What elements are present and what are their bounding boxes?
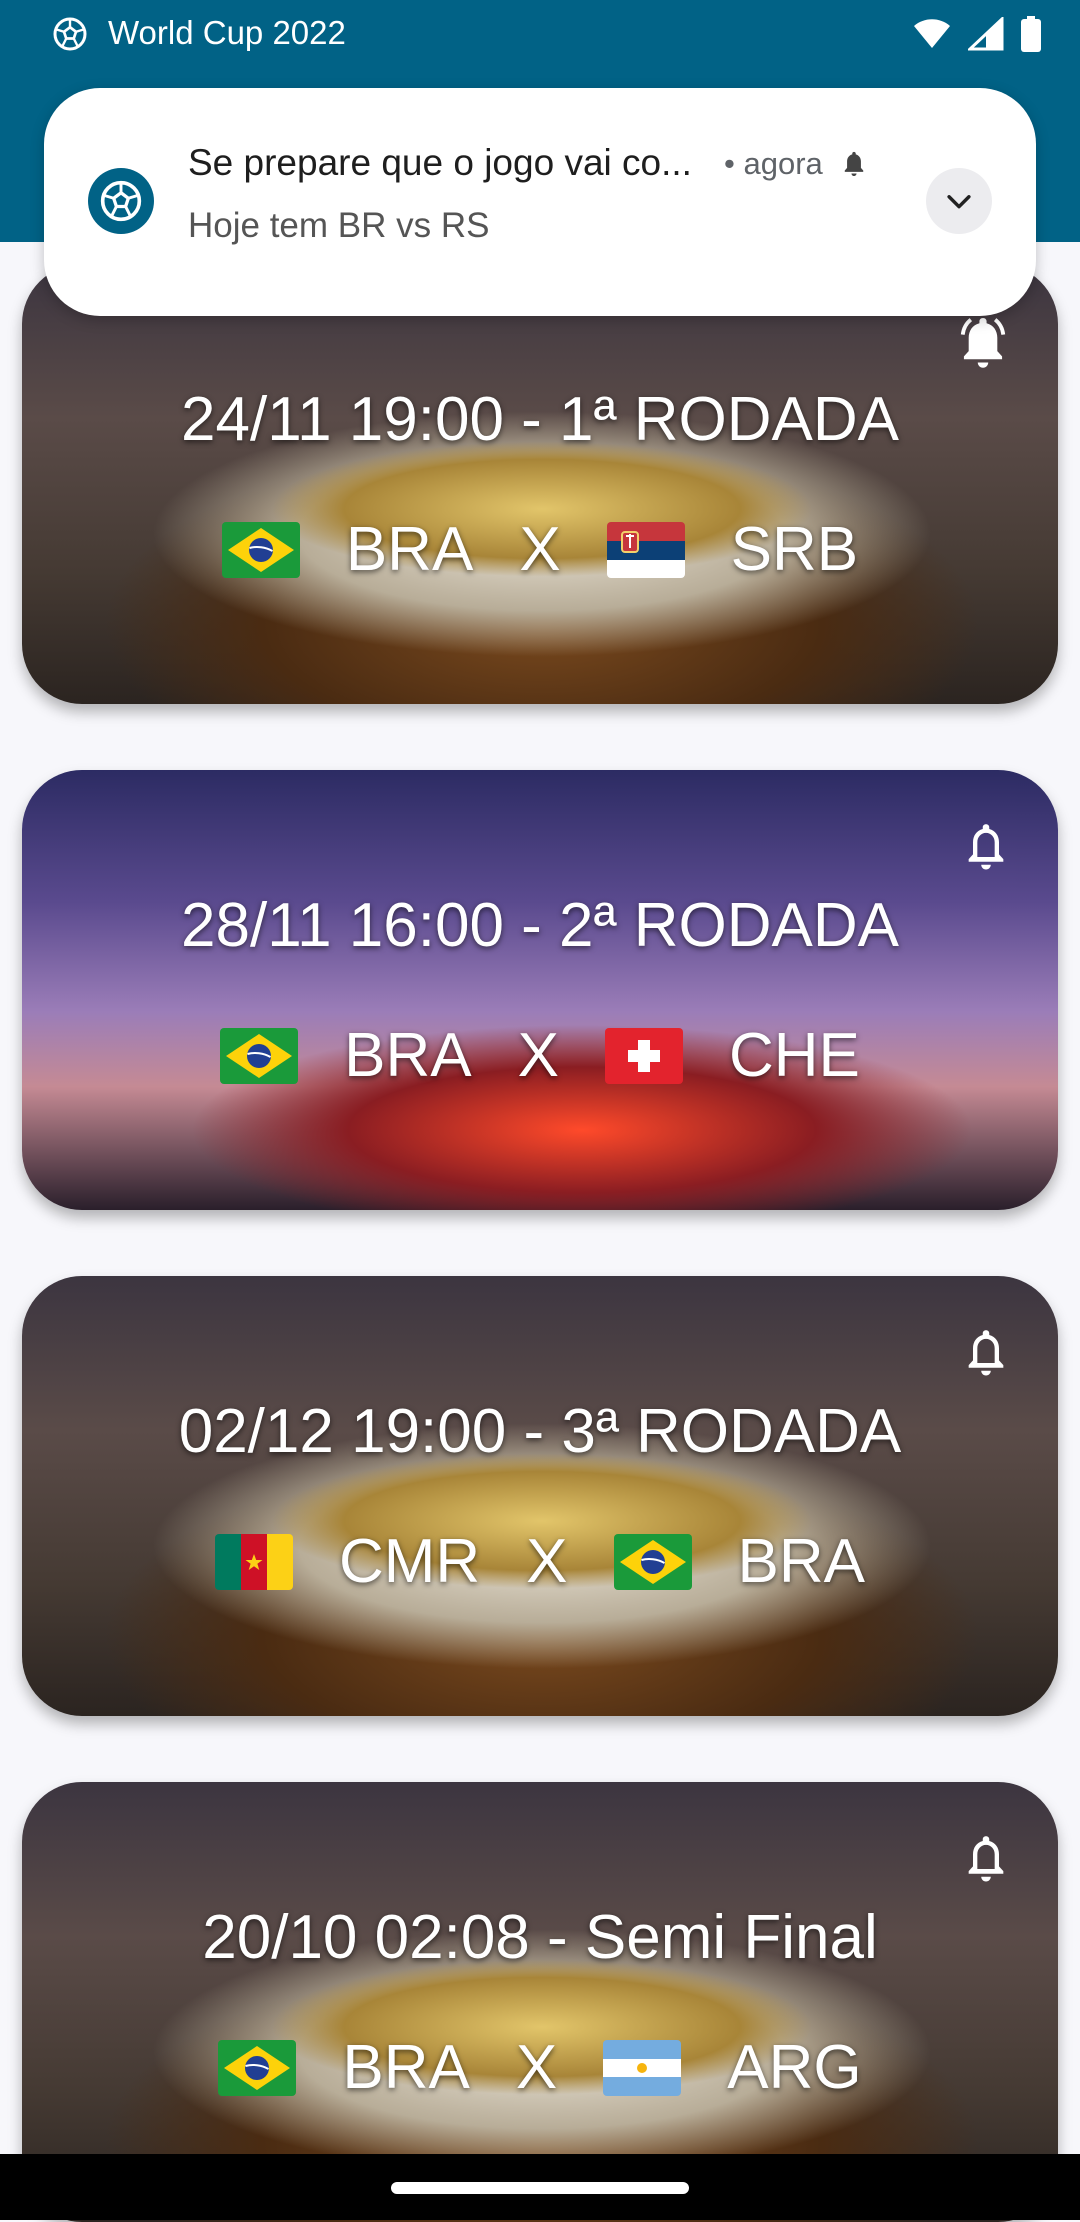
- home-team: BRA: [345, 515, 474, 584]
- versus-separator: X: [519, 515, 561, 584]
- match-card[interactable]: 02/12 19:00 - 3ª RODADA CMR X BRA: [22, 1276, 1058, 1716]
- notification-body: Hoje tem BR vs RS: [188, 206, 490, 245]
- soccer-ball-icon: [99, 179, 143, 223]
- argentina-flag-icon: [603, 2040, 681, 2096]
- navigation-bar: [0, 2154, 1080, 2220]
- notification-app-icon: [88, 168, 154, 234]
- match-teams: BRA X CHE: [22, 1020, 1058, 1091]
- notification-meta: • agora: [724, 146, 869, 182]
- match-teams: BRA X SRB: [22, 514, 1058, 585]
- notification-card[interactable]: Se prepare que o jogo vai co... • agora …: [44, 88, 1036, 316]
- bell-icon[interactable]: [960, 818, 1012, 876]
- home-team: BRA: [344, 1021, 472, 1090]
- chevron-down-icon: [947, 195, 971, 209]
- brazil-flag-icon: [220, 1028, 298, 1084]
- match-title: 24/11 19:00 - 1ª RODADA: [181, 385, 899, 454]
- match-card[interactable]: 24/11 19:00 - 1ª RODADA BRA X SRB: [22, 264, 1058, 704]
- status-icons: [912, 14, 1042, 54]
- notification-expand-button[interactable]: [926, 168, 992, 234]
- versus-separator: X: [515, 2033, 558, 2102]
- away-team: SRB: [730, 515, 859, 584]
- away-team: CHE: [728, 1021, 860, 1090]
- versus-separator: X: [526, 1527, 568, 1596]
- match-title: 20/10 02:08 - Semi Final: [202, 1903, 878, 1972]
- battery-icon: [1021, 16, 1041, 52]
- soccer-ball-icon: [52, 16, 88, 52]
- status-bar: World Cup 2022: [0, 0, 1080, 68]
- bell-icon: [844, 151, 863, 176]
- match-teams: BRA X ARG: [22, 2032, 1058, 2103]
- match-title: 28/11 16:00 - 2ª RODADA: [181, 891, 899, 960]
- signal-icon: [968, 17, 1004, 51]
- home-team: CMR: [338, 1527, 481, 1596]
- wifi-icon: [914, 19, 950, 48]
- switzerland-flag-icon: [605, 1028, 683, 1084]
- versus-separator: X: [517, 1021, 559, 1090]
- notification-title: Se prepare que o jogo vai co...: [188, 142, 692, 183]
- home-team: BRA: [342, 2033, 470, 2102]
- brazil-flag-icon: [614, 1534, 692, 1590]
- bell-icon[interactable]: [960, 1830, 1012, 1888]
- notification-time: • agora: [724, 146, 823, 181]
- brazil-flag-icon: [222, 522, 300, 578]
- serbia-flag-icon: [607, 522, 685, 578]
- bell-icon[interactable]: [954, 312, 1012, 374]
- match-teams: CMR X BRA: [22, 1526, 1058, 1597]
- away-team: ARG: [727, 2033, 862, 2102]
- away-team: BRA: [737, 1527, 866, 1596]
- home-gesture-handle[interactable]: [391, 2182, 689, 2194]
- cameroon-flag-icon: [215, 1534, 293, 1590]
- brazil-flag-icon: [218, 2040, 296, 2096]
- status-app-title: World Cup 2022: [108, 14, 346, 51]
- bell-icon[interactable]: [960, 1324, 1012, 1382]
- match-card[interactable]: 28/11 16:00 - 2ª RODADA BRA X CHE: [22, 770, 1058, 1210]
- match-title: 02/12 19:00 - 3ª RODADA: [178, 1397, 902, 1466]
